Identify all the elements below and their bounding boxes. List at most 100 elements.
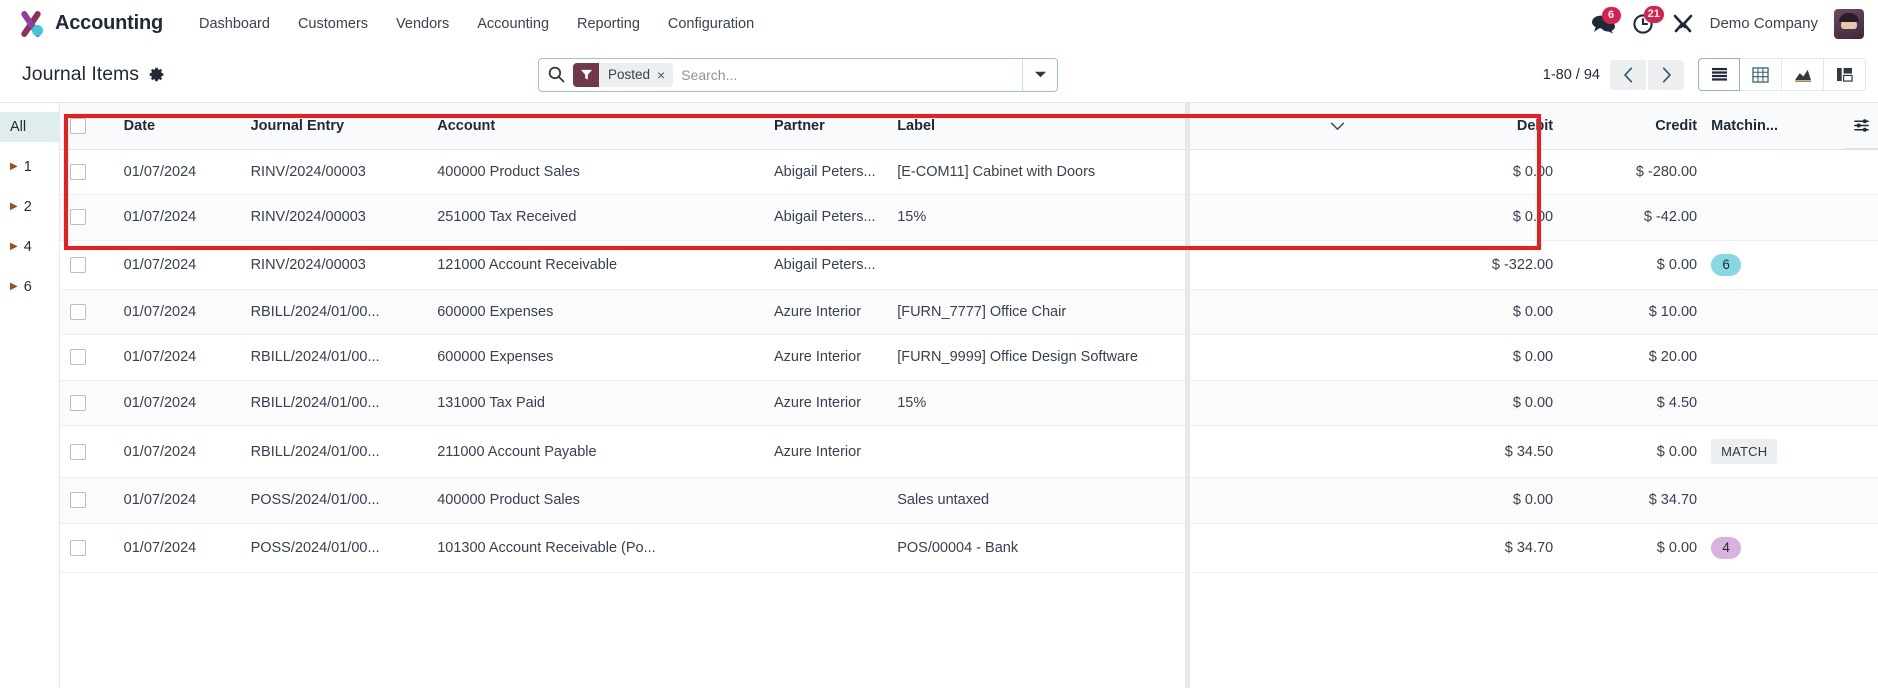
menu-item-customers[interactable]: Customers [284,10,382,38]
row-checkbox[interactable] [70,539,86,556]
match-button[interactable]: MATCH [1711,439,1778,464]
menu-item-dashboard[interactable]: Dashboard [185,10,284,38]
select-all-checkbox[interactable] [70,117,86,134]
row-checkbox[interactable] [70,256,86,273]
cell-journal-entry[interactable]: POSS/2024/01/00... [240,477,428,524]
column-header-credit[interactable]: Credit [1563,103,1708,150]
column-header-journal-entry[interactable]: Journal Entry [240,103,428,150]
sidebar-item-label: All [10,119,27,135]
sidebar-item-4[interactable]: ▶ 4 [0,232,59,262]
cell-journal-entry[interactable]: RINV/2024/00003 [240,194,428,241]
row-checkbox[interactable] [70,163,86,180]
view-button-pivot[interactable] [1740,58,1782,91]
cell-date: 01/07/2024 [113,194,241,241]
menu-item-vendors[interactable]: Vendors [382,10,463,38]
cell-journal-entry[interactable]: RINV/2024/00003 [240,240,428,290]
table-row[interactable]: 01/07/2024 POSS/2024/01/00... 400000 Pro… [60,477,1878,524]
kanban-view-icon [1837,67,1853,82]
view-button-list[interactable] [1698,58,1740,91]
top-navbar: Accounting Dashboard Customers Vendors A… [0,0,1878,47]
row-select-cell [60,477,114,524]
table-row[interactable]: 01/07/2024 RBILL/2024/01/00... 131000 Ta… [60,380,1878,426]
row-checkbox[interactable] [70,443,86,460]
chevron-down-icon [1331,122,1345,131]
row-select-cell [60,149,114,195]
pager-value: 1-80 / 94 [1542,66,1600,83]
column-header-partner[interactable]: Partner [763,103,888,150]
company-switcher[interactable]: Demo Company [1710,15,1818,32]
view-button-kanban[interactable] [1824,58,1866,91]
sidebar-item-label: 2 [23,199,32,215]
column-header-date[interactable]: Date [113,103,241,150]
chevron-right-icon [1662,66,1671,83]
list-view-icon [1711,67,1727,81]
cell-partner: Azure Interior [763,289,888,335]
activities-count-badge: 21 [1643,5,1664,23]
table-row[interactable]: 01/07/2024 RBILL/2024/01/00... 211000 Ac… [60,425,1878,478]
gear-icon[interactable] [148,66,165,83]
cell-credit: $ -42.00 [1563,194,1708,241]
row-select-cell [60,523,114,573]
cell-label: [FURN_9999] Office Design Software [887,334,1360,381]
sidebar-item-all[interactable]: All [0,112,59,142]
messages-button[interactable]: 6 [1590,6,1621,34]
table-row[interactable]: 01/07/2024 RINV/2024/00003 121000 Accoun… [60,240,1878,290]
cell-partner: Abigail Peters... [763,240,888,290]
pager: 1-80 / 94 [1542,59,1684,90]
cell-journal-entry[interactable]: RBILL/2024/01/00... [240,334,428,381]
control-panel-right: 1-80 / 94 [1543,58,1866,91]
column-header-label[interactable]: Label [887,103,1360,150]
row-checkbox[interactable] [70,349,86,366]
table-row[interactable]: 01/07/2024 RINV/2024/00003 251000 Tax Re… [60,194,1878,241]
cell-date: 01/07/2024 [113,289,241,335]
matching-badge[interactable]: 6 [1711,253,1742,276]
cell-account: 400000 Product Sales [427,149,764,195]
cell-matching: 4 [1707,523,1878,573]
menu-item-accounting[interactable]: Accounting [463,10,563,38]
brand[interactable]: Accounting [16,9,163,39]
remove-facet-icon[interactable]: × [657,67,673,83]
sidebar-item-6[interactable]: ▶ 6 [0,272,59,302]
pager-previous-button[interactable] [1610,59,1646,90]
activities-button[interactable]: 21 [1632,5,1664,35]
menu-item-reporting[interactable]: Reporting [563,10,654,38]
row-checkbox[interactable] [70,394,86,411]
tools-icon[interactable] [1672,13,1694,35]
cell-journal-entry[interactable]: RBILL/2024/01/00... [240,289,428,335]
cell-credit: $ 0.00 [1563,240,1708,290]
cell-journal-entry[interactable]: RINV/2024/00003 [240,149,428,195]
table-row[interactable]: 01/07/2024 RINV/2024/00003 400000 Produc… [60,149,1878,195]
table-header: Date Journal Entry Account Partner Label… [60,103,1878,150]
sidebar-item-1[interactable]: ▶ 1 [0,152,59,182]
view-button-graph[interactable] [1782,58,1824,91]
row-checkbox[interactable] [70,303,86,320]
column-header-debit[interactable]: Debit [1359,103,1564,150]
table-row[interactable]: 01/07/2024 POSS/2024/01/00... 101300 Acc… [60,523,1878,573]
cell-journal-entry[interactable]: RBILL/2024/01/00... [240,425,428,478]
search-dropdown-toggle[interactable] [1022,58,1057,91]
matching-badge[interactable]: 4 [1711,536,1742,559]
sidebar-item-2[interactable]: ▶ 2 [0,192,59,222]
column-header-account[interactable]: Account [427,103,764,150]
cell-account: 251000 Tax Received [427,194,764,241]
cell-journal-entry[interactable]: RBILL/2024/01/00... [240,380,428,426]
pager-next-button[interactable] [1648,59,1684,90]
row-select-cell [60,289,114,335]
table-body: 01/07/2024 RINV/2024/00003 400000 Produc… [60,149,1878,573]
user-avatar[interactable] [1834,8,1864,39]
menu-item-configuration[interactable]: Configuration [654,10,768,38]
optional-columns-toggle[interactable] [1844,103,1878,149]
search-facet-posted[interactable]: Posted × [573,62,674,87]
cell-date: 01/07/2024 [113,380,241,426]
table-row[interactable]: 01/07/2024 RBILL/2024/01/00... 600000 Ex… [60,289,1878,335]
cell-partner: Azure Interior [763,334,888,381]
search-input[interactable] [681,66,1022,83]
table-row[interactable]: 01/07/2024 RBILL/2024/01/00... 600000 Ex… [60,334,1878,381]
cell-partner: Azure Interior [763,425,888,478]
search-facet-label: Posted [608,67,651,82]
row-checkbox[interactable] [70,209,86,226]
cell-debit: $ 0.00 [1359,334,1564,381]
search-view[interactable]: Posted × [538,57,1058,92]
cell-journal-entry[interactable]: POSS/2024/01/00... [240,523,428,573]
row-checkbox[interactable] [70,492,86,509]
